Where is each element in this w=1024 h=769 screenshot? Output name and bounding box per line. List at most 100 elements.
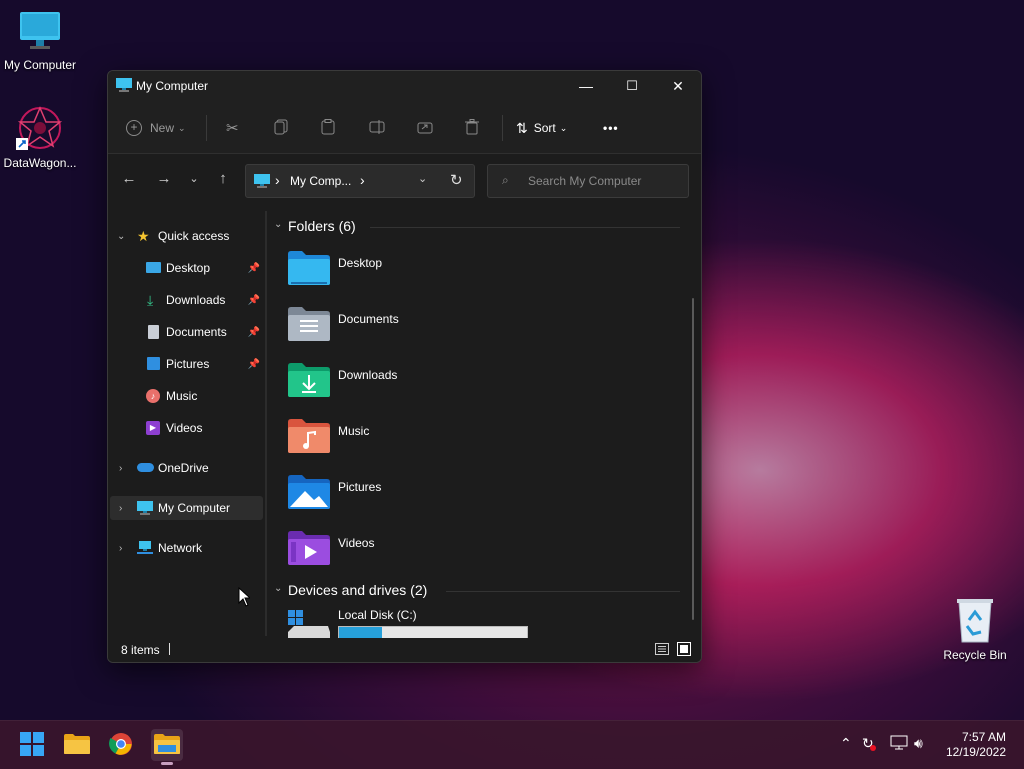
command-bar: + New ⌄ ✂ ⇅ Sort ⌄ ••• [108, 101, 701, 154]
address-bar[interactable]: › My Comp... › ⌄ ↻ [245, 164, 475, 198]
sidebar-item-videos[interactable]: ▶ Videos [108, 416, 264, 440]
folder-item-videos[interactable]: Videos [288, 530, 588, 580]
sidebar-item-onedrive[interactable]: › OneDrive [108, 456, 264, 480]
maximize-button[interactable]: ☐ [609, 71, 655, 101]
rename-button[interactable] [369, 115, 385, 141]
sidebar-item-pictures[interactable]: Pictures 📌 [108, 352, 264, 376]
item-count: 8 items [121, 643, 160, 657]
arrow-up-icon: ↑ [219, 169, 227, 187]
vertical-scrollbar[interactable] [692, 298, 694, 620]
folders-group-header[interactable]: ⌄ Folders (6) [270, 218, 690, 238]
network-icon [137, 541, 153, 558]
pane-splitter[interactable] [265, 211, 267, 636]
desktop-icon-recycle-bin[interactable]: Recycle Bin [935, 596, 1015, 662]
more-options-button[interactable]: ••• [603, 115, 619, 141]
desktop-folder-icon [288, 250, 330, 289]
network-icon[interactable] [890, 735, 908, 754]
sync-icon[interactable]: ↻ [862, 735, 876, 752]
download-icon: ⤓ [147, 291, 154, 308]
sidebar-item-network[interactable]: › Network [108, 536, 264, 560]
sort-icon: ⇅ [516, 119, 528, 136]
taskbar: ⌃ ↻ 🔊︎ 7:57 AM 12/19/2022 [0, 720, 1024, 769]
start-button[interactable] [18, 731, 46, 759]
title-bar[interactable]: My Computer — ☐ ✕ [108, 71, 701, 101]
sidebar-item-desktop[interactable]: Desktop 📌 [108, 256, 264, 280]
sidebar-item-my-computer[interactable]: › My Computer [110, 496, 263, 520]
breadcrumb-separator[interactable]: › [360, 172, 365, 188]
sidebar-item-documents[interactable]: Documents 📌 [108, 320, 264, 344]
file-list-pane: ⌄ Folders (6) Desktop Documents Download… [270, 202, 700, 638]
downloads-folder-icon [288, 362, 330, 401]
refresh-icon[interactable]: ↻ [450, 171, 463, 189]
windows-logo-icon [20, 731, 44, 759]
desktop-icon-label: My Computer [3, 58, 77, 72]
sidebar-item-label: Downloads [166, 293, 226, 307]
clock-date: 12/19/2022 [945, 745, 1006, 759]
cut-button[interactable]: ✂ [226, 115, 239, 141]
folder-name: Documents [338, 312, 399, 326]
close-button[interactable]: ✕ [655, 71, 701, 101]
pin-icon[interactable]: 📌 [248, 359, 260, 370]
share-icon [417, 120, 433, 137]
music-icon: ♪ [146, 389, 160, 403]
datawagon-logo-icon [16, 104, 64, 152]
up-button[interactable]: ↑ [211, 166, 235, 190]
monitor-icon [116, 78, 132, 95]
file-explorer-icon [154, 733, 180, 758]
desktop-icon-my-computer[interactable]: My Computer [0, 10, 80, 72]
new-button[interactable]: + New ⌄ [126, 115, 186, 141]
folder-item-music[interactable]: Music [288, 418, 588, 468]
sidebar-item-label: Quick access [158, 229, 230, 243]
tiles-view-icon[interactable] [677, 642, 691, 659]
sort-label: Sort [533, 121, 556, 135]
back-button[interactable]: ← [117, 166, 141, 190]
search-box[interactable]: ⌕ Search My Computer [487, 164, 689, 198]
chrome-icon [109, 732, 133, 759]
show-hidden-icons-chevron-icon[interactable]: ⌃ [840, 735, 852, 752]
sidebar-item-label: Videos [166, 421, 203, 435]
address-dropdown-icon[interactable]: ⌄ [418, 172, 427, 185]
folder-item-pictures[interactable]: Pictures [288, 474, 588, 524]
group-title: Devices and drives (2) [288, 582, 428, 598]
minimize-button[interactable]: — [563, 71, 609, 101]
chevron-right-icon[interactable]: › [119, 543, 122, 554]
details-view-icon[interactable] [655, 643, 669, 658]
sidebar-item-music[interactable]: ♪ Music [108, 384, 264, 408]
taskbar-my-computer-window[interactable] [151, 729, 183, 765]
breadcrumb-item[interactable]: My Comp... [290, 174, 351, 188]
recent-locations-button[interactable]: ⌄ [182, 166, 206, 190]
folder-name: Music [338, 424, 370, 438]
folder-item-downloads[interactable]: Downloads [288, 362, 588, 412]
chevron-down-icon[interactable]: ⌄ [117, 231, 125, 242]
delete-button[interactable] [465, 115, 479, 141]
copy-button[interactable] [274, 115, 288, 141]
paste-button[interactable] [321, 115, 335, 141]
taskbar-chrome[interactable] [107, 731, 135, 759]
share-button[interactable] [417, 115, 433, 141]
volume-icon[interactable]: 🔊︎ [914, 735, 923, 752]
chevron-right-icon[interactable]: › [119, 503, 122, 514]
folder-item-documents[interactable]: Documents [288, 306, 588, 356]
pin-icon[interactable]: 📌 [248, 295, 260, 306]
desktop-icon-datawagon[interactable]: DataWagon... [0, 104, 80, 170]
drive-name: Local Disk (C:) [338, 608, 417, 622]
monitor-icon [254, 174, 270, 191]
taskbar-file-explorer[interactable] [63, 731, 91, 759]
folder-item-desktop[interactable]: Desktop [288, 250, 588, 300]
drive-item-local-disk-c[interactable]: Local Disk (C:) [288, 608, 588, 638]
sidebar-item-downloads[interactable]: ⤓ Downloads 📌 [108, 288, 264, 312]
drive-usage-bar [338, 626, 528, 638]
new-label: New [150, 121, 175, 135]
pin-icon[interactable]: 📌 [248, 327, 260, 338]
sort-button[interactable]: ⇅ Sort ⌄ [516, 115, 567, 141]
desktop-icon-label: DataWagon... [3, 156, 77, 170]
devices-group-header[interactable]: ⌄ Devices and drives (2) [270, 582, 690, 602]
clock[interactable]: 7:57 AM 12/19/2022 [946, 730, 1006, 760]
forward-button[interactable]: → [152, 166, 176, 190]
sidebar-item-quick-access[interactable]: ⌄ ★ Quick access [108, 224, 264, 248]
search-icon: ⌕ [502, 173, 509, 187]
window-title: My Computer [136, 79, 209, 93]
windows-drive-icon [288, 610, 330, 638]
pin-icon[interactable]: 📌 [248, 263, 260, 274]
chevron-right-icon[interactable]: › [119, 463, 122, 474]
